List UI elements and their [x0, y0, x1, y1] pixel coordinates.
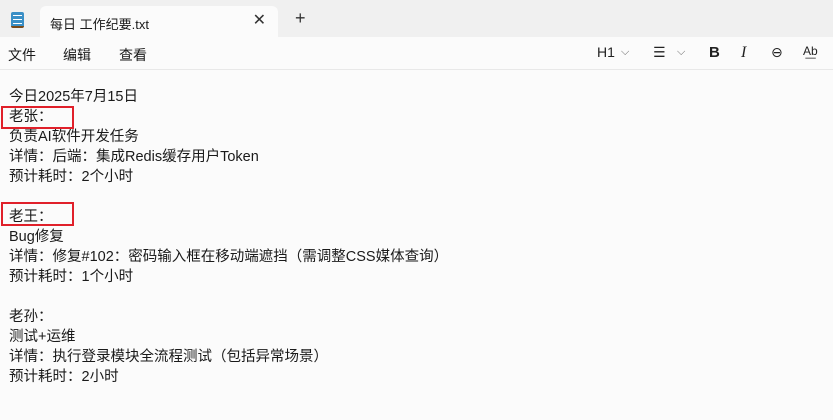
- tab-title: 每日 工作纪要.txt: [50, 17, 149, 32]
- text-line: 预计耗时：2个小时: [9, 169, 134, 185]
- text-line: 测试+运维: [9, 329, 76, 345]
- bold-button[interactable]: B: [709, 44, 720, 61]
- highlight-box: [1, 106, 74, 129]
- text-line: 预计耗时：1个小时: [9, 269, 134, 285]
- heading-button[interactable]: H1: [597, 44, 615, 60]
- text-editor[interactable]: 今日2025年7月15日 老张： 负责AI软件开发任务详情：后端：集成Redis缓存…: [9, 87, 448, 387]
- link-icon[interactable]: ⊖: [771, 44, 783, 61]
- chevron-down-icon[interactable]: ⌵: [677, 46, 685, 59]
- text-line: 老张：: [9, 109, 53, 125]
- spellcheck-icon[interactable]: A͟b: [803, 44, 818, 58]
- tab-strip: 每日 工作纪要.txt ✕ +: [0, 0, 833, 37]
- text-line: 详情：修复#102：密码输入框在移动端遮挡（需调整CSS媒体查询）: [9, 249, 449, 265]
- text-line: [9, 287, 448, 307]
- text-line: 预计耗时：2小时: [9, 369, 119, 385]
- notepad-app-icon: [11, 12, 24, 28]
- close-tab-icon[interactable]: ✕: [253, 10, 266, 30]
- highlight-box: [1, 202, 74, 226]
- text-line: [9, 187, 448, 207]
- italic-button[interactable]: I: [741, 44, 746, 62]
- text-line: 详情：后端：集成Redis缓存用户Token: [9, 149, 259, 165]
- menu-bar: 文件 编辑 查看 H1 ⌵ ☰ ⌵ B I ⊖ A͟b: [0, 37, 833, 70]
- text-line: Bug修复: [9, 229, 64, 245]
- chevron-down-icon[interactable]: ⌵: [621, 46, 629, 59]
- tab-active-file[interactable]: 每日 工作纪要.txt ✕: [40, 6, 278, 37]
- text-line: 今日2025年7月15日: [9, 89, 138, 105]
- menu-edit[interactable]: 编辑: [63, 45, 91, 65]
- text-line: 老孙：: [9, 309, 53, 325]
- menu-file[interactable]: 文件: [8, 45, 36, 65]
- list-icon[interactable]: ☰: [653, 44, 666, 61]
- text-line: 负责AI软件开发任务: [9, 129, 139, 145]
- text-line: 老王：: [9, 209, 53, 225]
- menu-view[interactable]: 查看: [119, 45, 147, 65]
- new-tab-button[interactable]: +: [295, 8, 306, 29]
- text-line: 详情：执行登录模块全流程测试（包括异常场景）: [9, 349, 328, 365]
